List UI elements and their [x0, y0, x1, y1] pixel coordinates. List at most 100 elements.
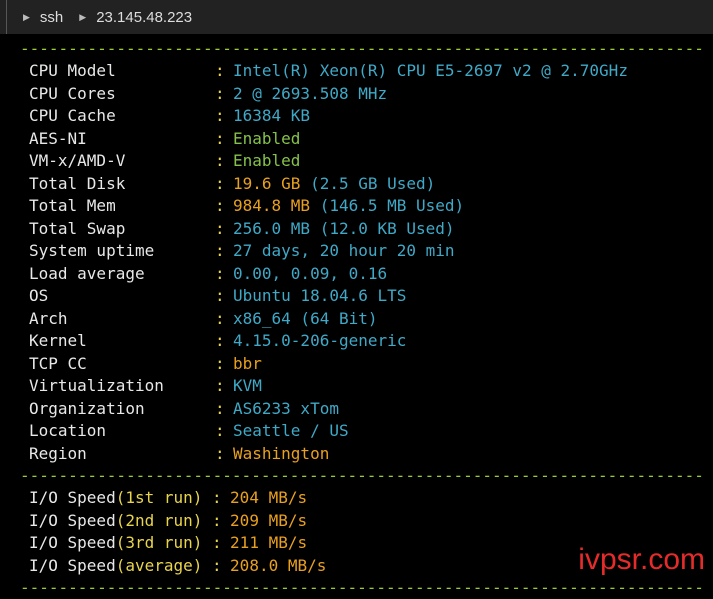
info-row: Total Mem:984.8 MB (146.5 MB Used): [20, 195, 710, 218]
info-value: Ubuntu 18.04.6 LTS: [233, 286, 407, 305]
info-value: 256.0 MB (12.0 KB Used): [233, 218, 455, 238]
info-row: AES-NI: Enabled: [20, 128, 710, 151]
info-colon: :: [215, 421, 225, 440]
info-colon: :: [215, 353, 225, 373]
info-row: Location: Seattle / US: [20, 420, 710, 443]
io-label-run: (3rd run): [115, 533, 203, 552]
watermark-logo: ivpsr.com: [578, 543, 705, 576]
info-row: Kernel:4.15.0-206-generic: [20, 330, 710, 353]
info-label: Location: [29, 421, 107, 440]
info-label: Total Disk: [29, 173, 126, 193]
info-row: VM-x/AMD-V: Enabled: [20, 150, 710, 173]
io-label-prefix: I/O Speed: [29, 510, 116, 530]
info-value: Enabled: [233, 128, 301, 148]
info-value: KVM: [233, 376, 262, 395]
info-label: Load average: [29, 263, 145, 283]
io-colon: :: [212, 533, 222, 552]
io-label: I/O Speed(1st run): [20, 487, 212, 510]
info-colon: :: [215, 398, 225, 418]
chevron-right-icon: ▶: [23, 11, 30, 22]
info-label: VM-x/AMD-V: [29, 151, 126, 170]
info-value-extra: (146.5 MB Used): [310, 196, 465, 215]
info-label: AES-NI: [29, 128, 87, 148]
io-label-run: (average): [115, 555, 203, 575]
info-value: 984.8 MB: [233, 196, 311, 215]
io-colon: :: [212, 488, 222, 507]
info-label: Region: [29, 443, 87, 463]
io-label-pad: [202, 556, 212, 575]
io-row: I/O Speed(1st run) :204 MB/s: [20, 487, 710, 510]
info-colon: :: [215, 286, 225, 305]
info-row: CPU Model: Intel(R) Xeon(R) CPU E5-2697 v…: [20, 60, 710, 83]
info-row: CPU Cache:16384 KB: [20, 105, 710, 128]
info-label: Arch: [29, 308, 68, 328]
info-row: TCP CC: bbr: [20, 353, 710, 376]
system-info-list: CPU Model: Intel(R) Xeon(R) CPU E5-2697 v…: [20, 60, 710, 465]
info-value: x86_64 (64 Bit): [233, 308, 378, 328]
info-value: 2 @ 2693.508 MHz: [233, 83, 388, 103]
info-colon: :: [215, 83, 225, 103]
io-value: 209 MB/s: [230, 510, 308, 530]
tab-host[interactable]: ▶ 23.145.48.223: [63, 9, 192, 26]
info-value: Seattle / US: [233, 421, 349, 440]
info-value: 16384 KB: [233, 106, 311, 125]
info-colon: :: [215, 128, 225, 148]
io-label-prefix: I/O Speed: [29, 488, 116, 507]
io-label-prefix: I/O Speed: [29, 555, 116, 575]
info-row: Load average:0.00, 0.09, 0.16: [20, 263, 710, 286]
io-value: 204 MB/s: [230, 488, 308, 507]
io-label-prefix: I/O Speed: [29, 533, 116, 552]
info-label: Organization: [29, 398, 145, 418]
info-label: OS: [29, 286, 49, 305]
info-label: System uptime: [29, 241, 155, 260]
info-row: Arch: x86_64 (64 Bit): [20, 308, 710, 331]
info-colon: :: [215, 218, 225, 238]
info-label: CPU Model: [29, 61, 116, 80]
info-label: Total Mem: [29, 196, 116, 215]
info-colon: :: [215, 241, 225, 260]
io-label-run: (1st run): [115, 488, 203, 507]
info-colon: :: [215, 308, 225, 328]
separator-line: ----------------------------------------…: [20, 39, 704, 58]
info-value: Intel(R) Xeon(R) CPU E5-2697 v2 @ 2.70GH…: [233, 61, 628, 80]
info-colon: :: [215, 173, 225, 193]
info-value: 4.15.0-206-generic: [233, 331, 407, 350]
info-row: Region: Washington: [20, 443, 710, 466]
info-colon: :: [215, 196, 225, 215]
io-label: I/O Speed(average): [20, 555, 212, 578]
info-colon: :: [215, 151, 225, 170]
info-value: 19.6 GB: [233, 173, 301, 193]
separator-line: ----------------------------------------…: [20, 466, 704, 485]
io-colon: :: [212, 555, 222, 575]
info-label: Total Swap: [29, 218, 126, 238]
tab-ssh[interactable]: ▶ ssh: [7, 9, 63, 26]
io-label-pad: [202, 533, 212, 552]
tab-divider: [0, 0, 7, 34]
info-colon: :: [215, 443, 225, 463]
info-label: TCP CC: [29, 353, 87, 373]
info-colon: :: [215, 61, 225, 80]
tab-host-label: 23.145.48.223: [96, 8, 193, 26]
io-label-run: (2nd run): [115, 510, 203, 530]
info-colon: :: [215, 376, 225, 395]
info-label: CPU Cores: [29, 83, 116, 103]
io-value: 211 MB/s: [230, 533, 308, 552]
info-row: OS: Ubuntu 18.04.6 LTS: [20, 285, 710, 308]
info-row: CPU Cores:2 @ 2693.508 MHz: [20, 83, 710, 106]
info-row: Total Swap:256.0 MB (12.0 KB Used): [20, 218, 710, 241]
separator-line: ----------------------------------------…: [20, 578, 704, 597]
io-label-pad: [202, 511, 212, 530]
info-colon: :: [215, 263, 225, 283]
io-label: I/O Speed(2nd run): [20, 510, 212, 533]
info-value: bbr: [233, 353, 262, 373]
terminal-output[interactable]: ----------------------------------------…: [20, 38, 710, 599]
io-label: I/O Speed(3rd run): [20, 532, 212, 555]
io-label-pad: [202, 488, 212, 507]
info-colon: :: [215, 331, 225, 350]
info-label: Kernel: [29, 331, 87, 350]
tab-bar: ▶ ssh ▶ 23.145.48.223: [0, 0, 713, 34]
info-value: Washington: [233, 443, 330, 463]
io-row: I/O Speed(2nd run) :209 MB/s: [20, 510, 710, 533]
info-value: AS6233 xTom: [233, 398, 339, 418]
info-row: Virtualization: KVM: [20, 375, 710, 398]
